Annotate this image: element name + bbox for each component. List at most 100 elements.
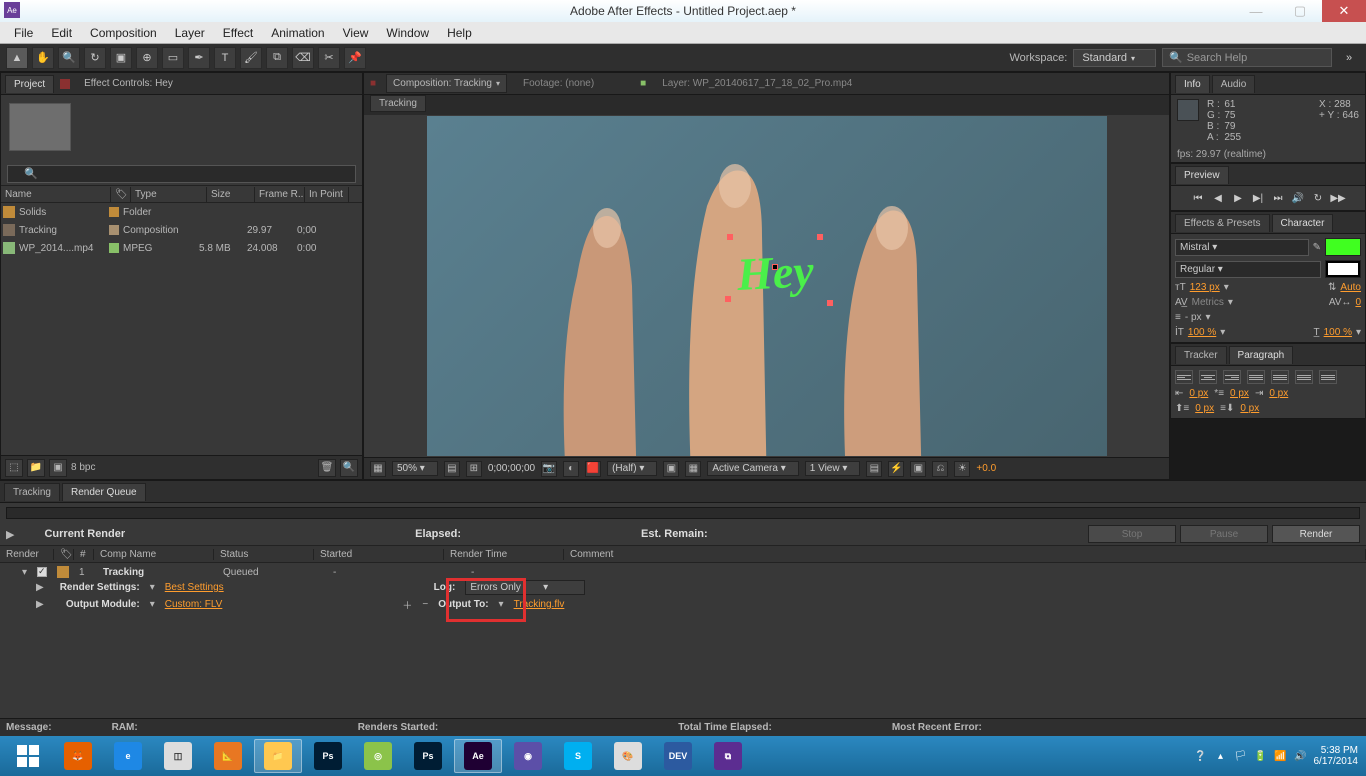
align-left-button[interactable] bbox=[1175, 370, 1193, 384]
tray-battery-icon[interactable]: 🔋 bbox=[1254, 749, 1268, 763]
remove-output-button[interactable]: − bbox=[422, 599, 428, 610]
hand-tool[interactable]: ✋ bbox=[32, 47, 54, 69]
indent-right-value[interactable]: 0 px bbox=[1269, 388, 1288, 399]
tray-help-icon[interactable]: ❔ bbox=[1194, 749, 1208, 763]
menu-effect[interactable]: Effect bbox=[215, 23, 261, 43]
brush-tool[interactable]: 🖌 bbox=[240, 47, 262, 69]
tray-clock[interactable]: 5:38 PM 6/17/2014 bbox=[1314, 745, 1359, 767]
selection-tool[interactable]: ▲ bbox=[6, 47, 28, 69]
tray-flag-icon[interactable]: 🏳 bbox=[1234, 749, 1248, 763]
tab-audio[interactable]: Audio bbox=[1212, 75, 1256, 93]
stroke-color-swatch[interactable] bbox=[1325, 260, 1361, 278]
zoom-tool[interactable]: 🔍 bbox=[58, 47, 80, 69]
tray-volume-icon[interactable]: 🔊 bbox=[1294, 749, 1308, 763]
search-help-input[interactable]: 🔍 Search Help bbox=[1162, 48, 1332, 67]
tray-network-icon[interactable]: 📶 bbox=[1274, 749, 1288, 763]
track-point[interactable] bbox=[827, 300, 833, 306]
log-dropdown[interactable]: Errors Only ▾ bbox=[465, 580, 585, 595]
new-comp-button[interactable]: ▣ bbox=[49, 459, 67, 477]
stop-button[interactable]: Stop bbox=[1088, 525, 1176, 543]
timeline-button[interactable]: ▣ bbox=[910, 461, 926, 477]
pen-tool[interactable]: ✒ bbox=[188, 47, 210, 69]
rect-tool[interactable]: ▭ bbox=[162, 47, 184, 69]
render-item-row[interactable]: ▾ 1 Tracking Queued - - bbox=[6, 565, 1360, 579]
add-output-button[interactable]: ＋ bbox=[402, 597, 412, 612]
pan-behind-tool[interactable]: ⊕ bbox=[136, 47, 158, 69]
next-frame-button[interactable]: ▶| bbox=[1251, 191, 1265, 205]
stroke-width-value[interactable]: - px bbox=[1185, 312, 1202, 323]
close-button[interactable]: ✕ bbox=[1322, 0, 1366, 22]
tab-preview[interactable]: Preview bbox=[1175, 166, 1229, 184]
col-label[interactable]: 🏷 bbox=[111, 187, 131, 202]
space-after-value[interactable]: 0 px bbox=[1240, 403, 1259, 414]
flowchart-button[interactable]: ⎌ bbox=[932, 461, 948, 477]
fast-preview-button[interactable]: ⚡ bbox=[888, 461, 904, 477]
tab-project[interactable]: Project bbox=[5, 75, 54, 93]
col-num[interactable]: # bbox=[74, 549, 94, 560]
first-line-value[interactable]: 0 px bbox=[1230, 388, 1249, 399]
col-size[interactable]: Size bbox=[207, 187, 255, 202]
output-module-link[interactable]: Custom: FLV bbox=[165, 599, 223, 610]
justify-last-right-button[interactable] bbox=[1295, 370, 1313, 384]
first-frame-button[interactable]: ⏮ bbox=[1191, 191, 1205, 205]
track-point[interactable] bbox=[817, 234, 823, 240]
type-tool[interactable]: T bbox=[214, 47, 236, 69]
col-render[interactable]: Render bbox=[0, 549, 54, 560]
space-before-value[interactable]: 0 px bbox=[1195, 403, 1214, 414]
tab-character[interactable]: Character bbox=[1272, 214, 1334, 232]
resolution-icon[interactable]: ▤ bbox=[444, 461, 460, 477]
fill-color-swatch[interactable] bbox=[1325, 238, 1361, 256]
col-render-time[interactable]: Render Time bbox=[444, 549, 564, 560]
pixel-aspect-button[interactable]: ▤ bbox=[866, 461, 882, 477]
col-label[interactable]: 🏷 bbox=[54, 549, 74, 560]
search-menu-icon[interactable]: » bbox=[1338, 47, 1360, 69]
col-comp-name[interactable]: Comp Name bbox=[94, 549, 214, 560]
tracking-value[interactable]: 0 bbox=[1355, 297, 1361, 308]
show-channel-button[interactable]: ◐ bbox=[563, 461, 579, 477]
grid-toggle[interactable]: ▦ bbox=[370, 461, 386, 477]
kerning-value[interactable]: Metrics bbox=[1192, 297, 1224, 308]
snapshot-button[interactable]: 📷 bbox=[541, 461, 557, 477]
output-to-link[interactable]: Tracking.flv bbox=[514, 599, 565, 610]
loop-button[interactable]: ↻ bbox=[1311, 191, 1325, 205]
menu-edit[interactable]: Edit bbox=[43, 23, 80, 43]
hscale-value[interactable]: 100 % bbox=[1324, 327, 1352, 338]
indent-left-value[interactable]: 0 px bbox=[1189, 388, 1208, 399]
tab-effects-presets[interactable]: Effects & Presets bbox=[1175, 214, 1270, 232]
track-point[interactable] bbox=[727, 234, 733, 240]
play-button[interactable]: ▶ bbox=[1231, 191, 1245, 205]
delete-button[interactable]: 🗑 bbox=[318, 459, 336, 477]
col-status[interactable]: Status bbox=[214, 549, 314, 560]
justify-last-left-button[interactable] bbox=[1247, 370, 1265, 384]
roto-tool[interactable]: ✂ bbox=[318, 47, 340, 69]
maximize-button[interactable]: ▢ bbox=[1278, 0, 1322, 22]
view-layout-dropdown[interactable]: 1 View ▾ bbox=[805, 461, 861, 476]
exposure-value[interactable]: +0.0 bbox=[976, 463, 996, 474]
tray-up-icon[interactable]: ▴ bbox=[1214, 749, 1228, 763]
font-size-value[interactable]: 123 px bbox=[1190, 282, 1220, 293]
minimize-button[interactable]: — bbox=[1234, 0, 1278, 22]
reset-exposure-button[interactable]: ☀ bbox=[954, 461, 970, 477]
menu-file[interactable]: File bbox=[6, 23, 41, 43]
zoom-dropdown[interactable]: 50% ▾ bbox=[392, 461, 438, 476]
align-center-button[interactable] bbox=[1199, 370, 1217, 384]
clone-tool[interactable]: ⧉ bbox=[266, 47, 288, 69]
vscale-value[interactable]: 100 % bbox=[1188, 327, 1216, 338]
tab-effect-controls[interactable]: Effect Controls: Hey bbox=[76, 75, 181, 92]
col-fps[interactable]: Frame R... bbox=[255, 187, 305, 202]
tab-render-queue[interactable]: Render Queue bbox=[62, 483, 146, 501]
pause-button[interactable]: Pause bbox=[1180, 525, 1268, 543]
menu-composition[interactable]: Composition bbox=[82, 23, 165, 43]
tab-paragraph[interactable]: Paragraph bbox=[1229, 346, 1294, 364]
project-search-input[interactable] bbox=[7, 165, 356, 183]
search-project-button[interactable]: 🔍 bbox=[340, 459, 358, 477]
font-style-dropdown[interactable]: Regular ▾ bbox=[1175, 261, 1321, 278]
puppet-tool[interactable]: 📌 bbox=[344, 47, 366, 69]
transparency-grid-button[interactable]: ▦ bbox=[685, 461, 701, 477]
roi-button[interactable]: ▣ bbox=[663, 461, 679, 477]
project-row-comp[interactable]: Tracking Composition 29.97 0;00 bbox=[1, 221, 362, 239]
tab-layer[interactable]: Layer: WP_20140617_17_18_02_Pro.mp4 bbox=[656, 75, 858, 92]
camera-dropdown[interactable]: Active Camera ▾ bbox=[707, 461, 798, 476]
audio-button[interactable]: 🔊 bbox=[1291, 191, 1305, 205]
camera-tool[interactable]: ▣ bbox=[110, 47, 132, 69]
